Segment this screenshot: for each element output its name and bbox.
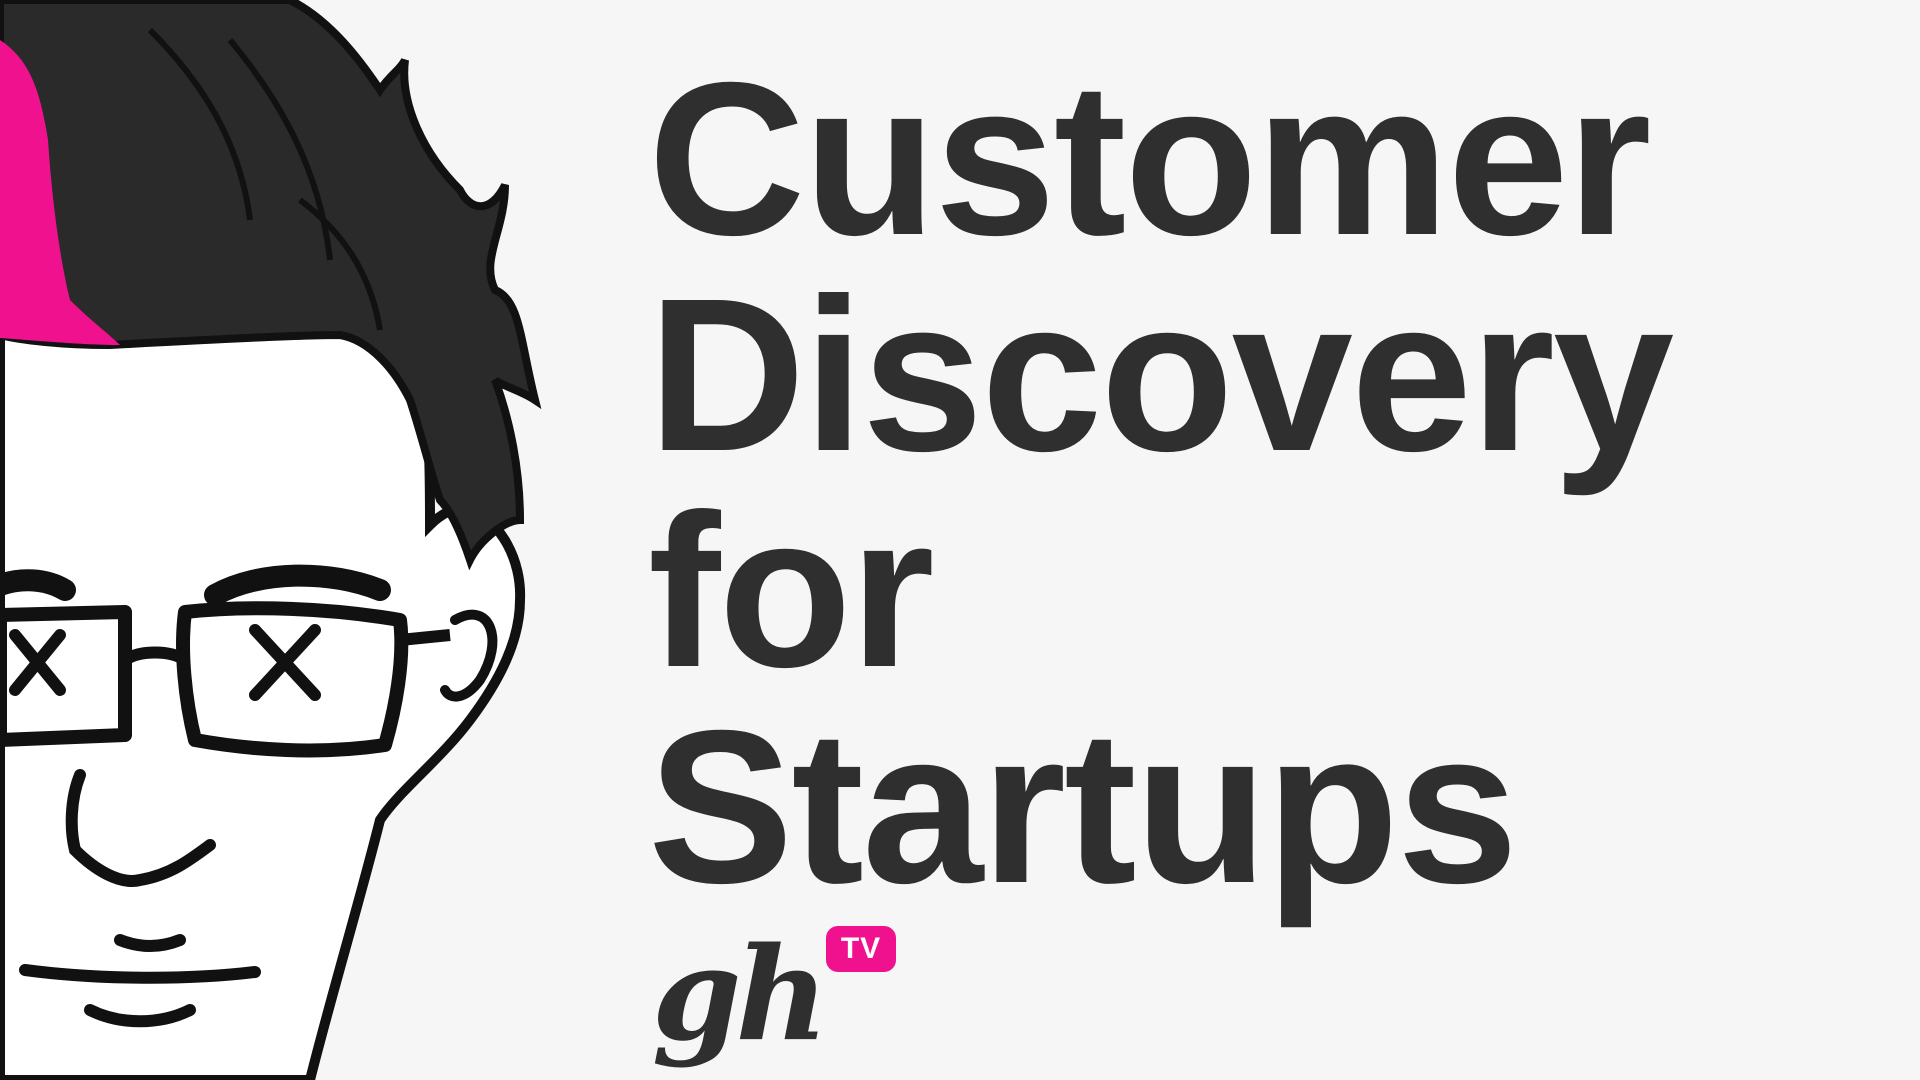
title-line-3: for [648,470,935,713]
title-line-4: Startups [648,686,1518,929]
thumbnail-canvas: Customer Discovery for Startups gh TV [0,0,1920,1080]
title-line-1: Customer [648,38,1652,281]
title-line-2: Discovery [648,254,1674,497]
page-title: Customer Discovery for Startups [648,38,1908,929]
logo-text: gh [652,920,829,1070]
tv-badge: TV [826,926,896,972]
brand-logo: gh TV [652,920,912,1070]
cartoon-face-icon [0,0,542,1080]
